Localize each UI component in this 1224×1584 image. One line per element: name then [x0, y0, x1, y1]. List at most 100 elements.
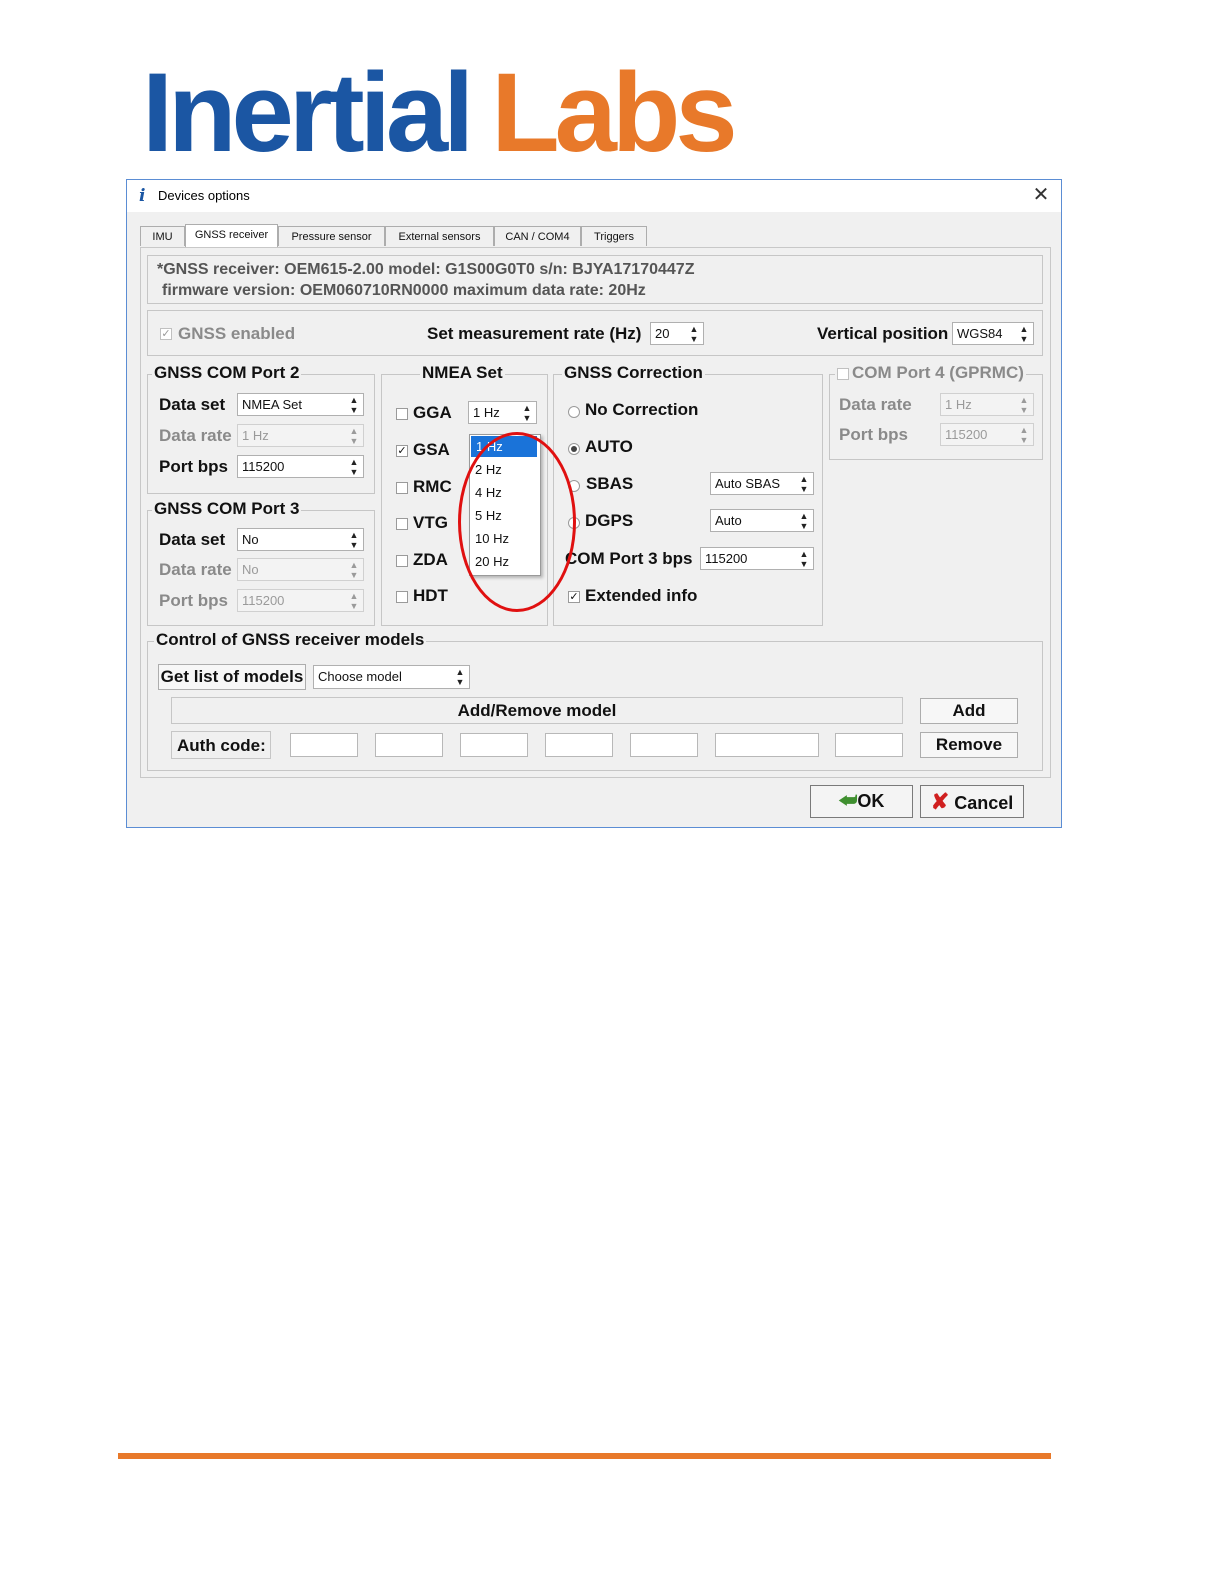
- tab-gnss-receiver[interactable]: GNSS receiver: [185, 224, 278, 247]
- chevron-updown-icon: ▲ ▼: [1019, 395, 1029, 415]
- cancel-label: Cancel: [954, 793, 1014, 813]
- auth-code-field-5[interactable]: [630, 733, 698, 757]
- port3-title: GNSS COM Port 3: [152, 499, 302, 519]
- auth-code-field-7[interactable]: [835, 733, 903, 757]
- com-port4-group: COM Port 4 (GPRMC) Data rate 1 Hz ▲ ▼ Por…: [829, 363, 1043, 460]
- hdt-checkbox[interactable]: [396, 591, 408, 603]
- tab-can-com4[interactable]: CAN / COM4: [494, 226, 581, 246]
- port4-data-rate-value: 1 Hz: [945, 397, 972, 412]
- port3-data-rate-select[interactable]: No ▲ ▼: [237, 558, 364, 581]
- hdt-label: HDT: [413, 586, 448, 605]
- dialog-title: Devices options: [158, 188, 250, 203]
- port2-data-set-select[interactable]: NMEA Set ▲ ▼: [237, 393, 364, 416]
- rmc-label: RMC: [413, 477, 452, 496]
- auto-radio[interactable]: [568, 443, 580, 455]
- tab-imu[interactable]: IMU: [140, 226, 185, 246]
- port2-data-rate-select[interactable]: 1 Hz ▲ ▼: [237, 424, 364, 447]
- dgps-value: Auto: [715, 513, 742, 528]
- auth-code-field-3[interactable]: [460, 733, 528, 757]
- com3-bps-select[interactable]: 115200 ▲ ▼: [700, 547, 814, 570]
- gnss-enabled-label: GNSS enabled: [178, 324, 296, 343]
- inertial-labs-logo: Inertial Labs: [142, 57, 738, 169]
- vtg-checkbox[interactable]: [396, 518, 408, 530]
- chevron-updown-icon: ▲ ▼: [349, 591, 359, 611]
- annotation-circle: [458, 432, 576, 612]
- chevron-updown-icon: ▲ ▼: [349, 530, 359, 550]
- measurement-rate-spinbox[interactable]: 20 ▲ ▼: [650, 322, 704, 345]
- auth-code-field-2[interactable]: [375, 733, 443, 757]
- receiver-info-line1: *GNSS receiver: OEM615-2.00 model: G1S00…: [157, 261, 695, 278]
- auth-code-label-box: Auth code:: [171, 731, 271, 759]
- sbas-value: Auto SBAS: [715, 476, 781, 491]
- cancel-button[interactable]: ✘ Cancel: [920, 785, 1024, 818]
- com-port4-checkbox[interactable]: [837, 368, 849, 380]
- footer-rule: [118, 1453, 1051, 1459]
- gsa-checkbox[interactable]: ✓: [396, 445, 408, 457]
- info-icon: i: [139, 186, 146, 206]
- vertical-position-label: Vertical position: [817, 324, 949, 343]
- zda-label: ZDA: [413, 550, 448, 569]
- receiver-models-group: Control of GNSS receiver models Get list…: [147, 630, 1043, 771]
- chevron-updown-icon: ▲ ▼: [522, 403, 532, 423]
- port3-port-bps-select[interactable]: 115200 ▲ ▼: [237, 589, 364, 612]
- port3-data-rate-label: Data rate: [159, 560, 232, 579]
- add-remove-model-header: Add/Remove model: [171, 697, 903, 724]
- no-correction-radio[interactable]: [568, 406, 580, 418]
- tab-triggers[interactable]: Triggers: [581, 226, 647, 246]
- port3-data-rate-value: No: [242, 562, 259, 577]
- get-list-of-models-button[interactable]: Get list of models: [158, 664, 306, 690]
- port2-port-bps-select[interactable]: 115200 ▲ ▼: [237, 455, 364, 478]
- gnss-enabled-checkbox[interactable]: ✓: [160, 328, 172, 340]
- port3-data-set-label: Data set: [159, 530, 226, 549]
- auth-code-field-4[interactable]: [545, 733, 613, 757]
- port4-data-rate-select[interactable]: 1 Hz ▲ ▼: [940, 393, 1034, 416]
- auth-code-field-6[interactable]: [715, 733, 819, 757]
- devices-options-dialog: i Devices options ✕ IMU GNSS receiver Pr…: [126, 179, 1062, 828]
- com-port4-title: COM Port 4 (GPRMC): [835, 363, 1026, 383]
- measurement-rate-value: 20: [655, 326, 670, 341]
- tab-external-sensors[interactable]: External sensors: [385, 226, 494, 246]
- chevron-updown-icon: ▲ ▼: [349, 560, 359, 580]
- sbas-label: SBAS: [586, 474, 634, 493]
- port2-data-rate-value: 1 Hz: [242, 428, 269, 443]
- rmc-checkbox[interactable]: [396, 482, 408, 494]
- gnss-com-port3-group: GNSS COM Port 3 Data set No ▲ ▼ Data rate…: [147, 499, 375, 626]
- port3-data-set-select[interactable]: No ▲ ▼: [237, 528, 364, 551]
- port3-data-set-value: No: [242, 532, 259, 547]
- ok-label: OK: [857, 791, 885, 811]
- com3-bps-value: 115200: [705, 551, 748, 566]
- chevron-updown-icon: ▲ ▼: [349, 395, 359, 415]
- choose-model-value: Choose model: [318, 669, 402, 684]
- port4-port-bps-select[interactable]: 115200 ▲ ▼: [940, 423, 1034, 446]
- choose-model-select[interactable]: Choose model ▲ ▼: [313, 665, 470, 689]
- tab-pressure-sensor[interactable]: Pressure sensor: [278, 226, 385, 246]
- ok-button[interactable]: ⮨OK: [810, 785, 913, 818]
- auto-label: AUTO: [585, 437, 633, 456]
- port4-port-bps-label: Port bps: [839, 425, 908, 444]
- receiver-models-title: Control of GNSS receiver models: [154, 630, 427, 650]
- gga-checkbox[interactable]: [396, 408, 408, 420]
- gnss-correction-title: GNSS Correction: [562, 363, 705, 383]
- gga-rate-select[interactable]: 1 Hz ▲ ▼: [468, 401, 537, 424]
- auth-code-field-1[interactable]: [290, 733, 358, 757]
- measurement-settings-row: ✓ GNSS enabled Set measurement rate (Hz)…: [147, 310, 1043, 356]
- remove-model-button[interactable]: Remove: [920, 732, 1018, 758]
- receiver-info-box: *GNSS receiver: OEM615-2.00 model: G1S00…: [147, 255, 1043, 304]
- gnss-com-port2-group: GNSS COM Port 2 Data set NMEA Set ▲ ▼ Dat…: [147, 363, 375, 494]
- chevron-updown-icon: ▲ ▼: [349, 457, 359, 477]
- sbas-select[interactable]: Auto SBAS ▲ ▼: [710, 472, 814, 495]
- vertical-position-select[interactable]: WGS84 ▲ ▼: [952, 322, 1034, 345]
- chevron-updown-icon: ▲ ▼: [1019, 324, 1029, 344]
- port4-data-rate-label: Data rate: [839, 395, 912, 414]
- extended-info-checkbox[interactable]: ✓: [568, 591, 580, 603]
- chevron-updown-icon: ▲ ▼: [799, 511, 809, 531]
- close-icon: ✕: [1032, 184, 1050, 206]
- add-model-button[interactable]: Add: [920, 698, 1018, 724]
- close-button[interactable]: ✕: [1027, 182, 1055, 208]
- dgps-select[interactable]: Auto ▲ ▼: [710, 509, 814, 532]
- chevron-updown-icon: ▲ ▼: [455, 667, 465, 687]
- nmea-set-title: NMEA Set: [420, 363, 505, 383]
- cancel-x-icon: ✘: [930, 789, 950, 814]
- zda-checkbox[interactable]: [396, 555, 408, 567]
- port2-port-bps-value: 115200: [242, 459, 285, 474]
